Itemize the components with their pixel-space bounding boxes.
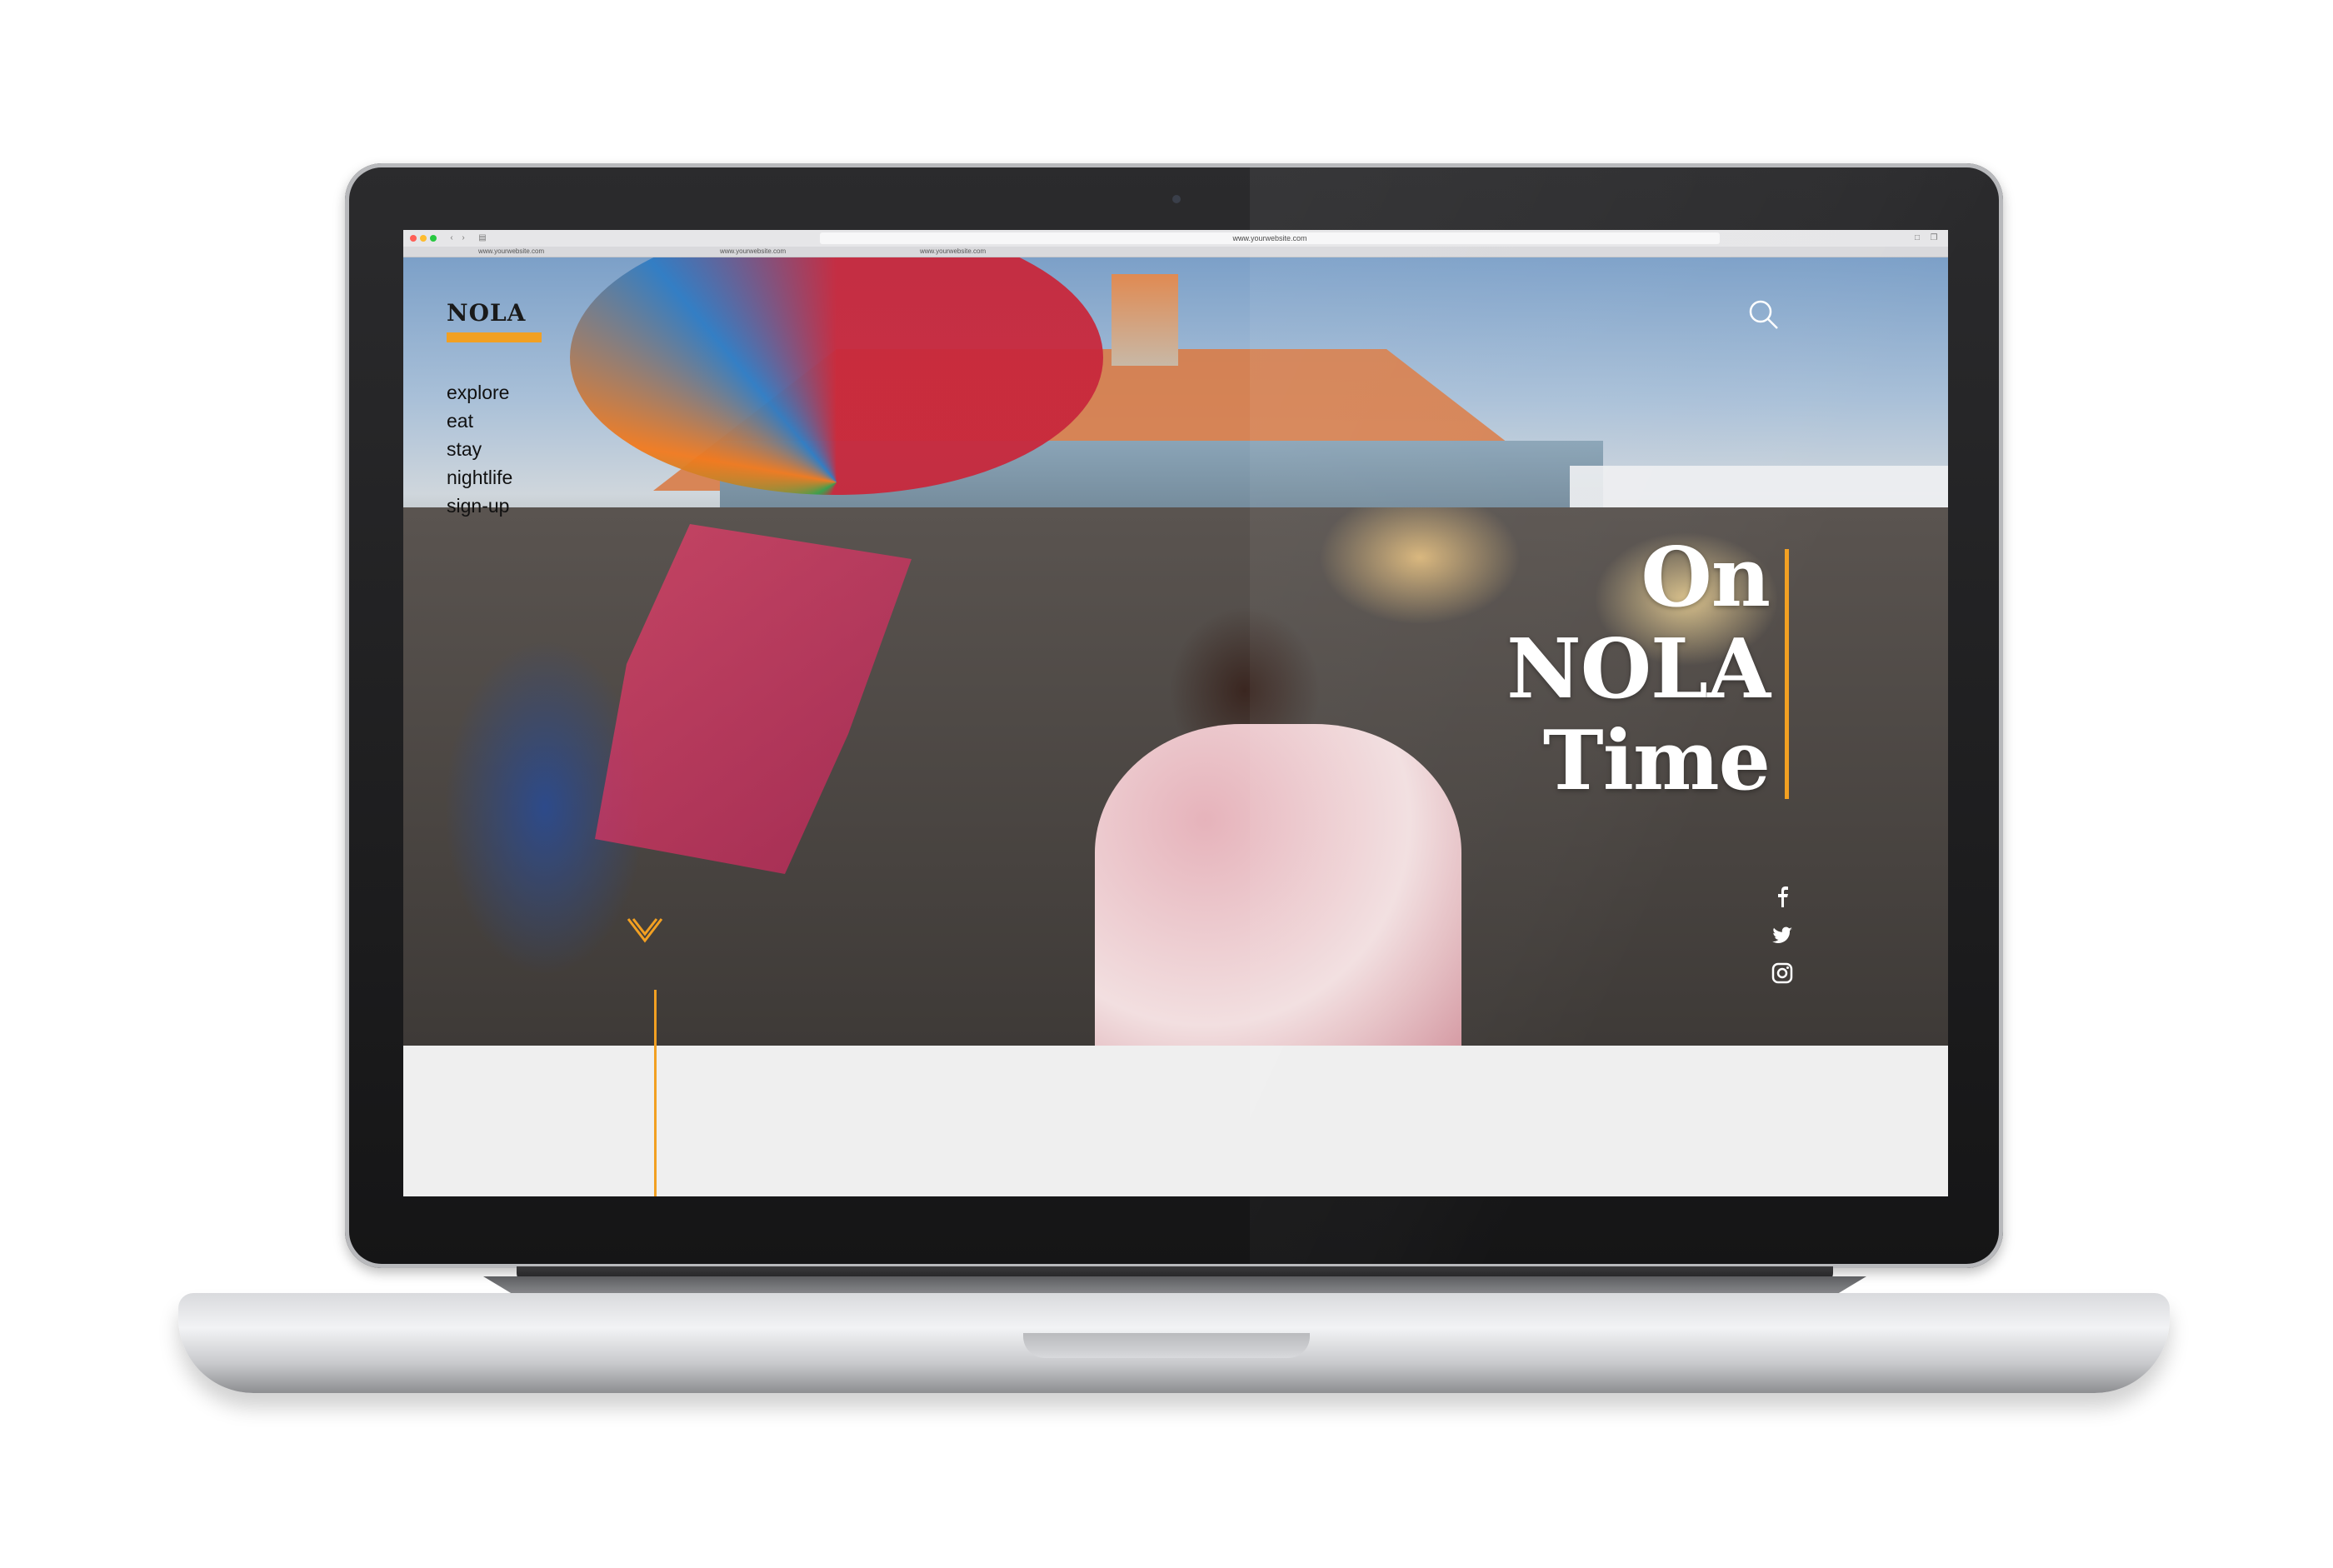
main-nav: explore eat stay nightlife sign-up [447,378,512,520]
search-icon[interactable] [1746,297,1780,331]
share-icon[interactable]: □ [1911,233,1923,243]
headline-line-1: On [1641,530,1771,626]
address-bar[interactable]: www.yourwebsite.com [820,232,1720,244]
nav-stay[interactable]: stay [447,435,512,463]
hero-headline: On NOLA Time [1486,530,1771,809]
nav-explore[interactable]: explore [447,378,512,407]
headline-line-3: Time [1542,713,1771,809]
instagram-icon[interactable] [1770,961,1795,986]
facebook-icon[interactable] [1770,884,1795,909]
scroll-indicator-line [654,990,657,1196]
chevron-down-icon[interactable] [627,916,663,949]
close-window-button[interactable] [410,235,417,242]
site-logo[interactable]: NOLA [447,299,526,327]
webcam [1172,195,1181,203]
grandstand-cupola [1112,274,1178,366]
tab-1[interactable]: www.yourwebsite.com [478,247,544,257]
headline-line-2: NOLA [1506,622,1771,717]
hero-image: NOLA explore eat stay nightlife sign-up … [403,257,1948,1046]
browser-toolbar: ‹ › ▤ www.yourwebsite.com □ ❐ [403,230,1948,247]
tabs-icon[interactable]: ❐ [1928,233,1940,243]
logo-underline [447,332,542,342]
nav-nightlife[interactable]: nightlife [447,463,512,492]
minimize-window-button[interactable] [420,235,427,242]
zoom-window-button[interactable] [430,235,437,242]
tab-2[interactable]: www.yourwebsite.com [720,247,786,257]
floral-dress [1095,724,1461,1046]
nav-sign-up[interactable]: sign-up [447,492,512,520]
back-icon[interactable]: ‹ [447,233,457,243]
page-content-area [403,1046,1948,1196]
nav-eat[interactable]: eat [447,407,512,435]
forward-icon[interactable]: › [458,233,468,243]
laptop-notch [1023,1333,1310,1358]
laptop-screen: ‹ › ▤ www.yourwebsite.com □ ❐ www.yourwe… [403,230,1948,1196]
headline-accent-bar [1785,549,1789,799]
twitter-icon[interactable] [1770,922,1795,947]
sidebar-icon[interactable]: ▤ [477,233,488,243]
tab-bar: www.yourwebsite.com www.yourwebsite.com … [403,247,1948,257]
tab-3[interactable]: www.yourwebsite.com [920,247,986,257]
